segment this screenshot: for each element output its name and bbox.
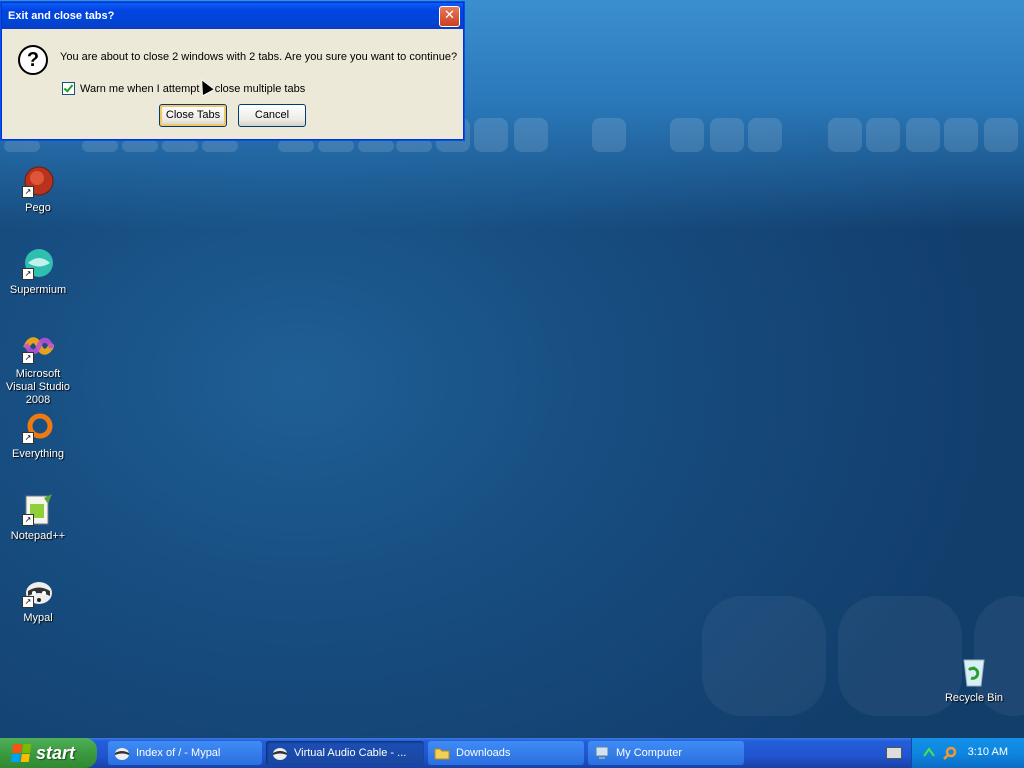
desktop-icon-label: Recycle Bin: [944, 692, 1004, 704]
desktop-icon-label: Pego: [25, 202, 51, 214]
desktop-icon-pego[interactable]: ↗ Pego: [0, 166, 76, 215]
taskbar-item-label: Downloads: [456, 747, 511, 759]
dialog-title: Exit and close tabs?: [8, 10, 115, 22]
taskbar-item-downloads[interactable]: Downloads: [428, 741, 584, 765]
taskbar-item-index-mypal[interactable]: Index of / - Mypal: [108, 741, 262, 765]
wallpaper-tile: [318, 140, 354, 152]
taskbar: start Index of / - Mypal Virtual Audio C…: [0, 738, 1024, 768]
wallpaper-tile: [358, 140, 394, 152]
wallpaper-tile: [4, 140, 40, 152]
taskbar-item-label: Index of / - Mypal: [136, 747, 221, 759]
warn-checkbox-label: Warn me when I attempt to close multiple…: [80, 82, 306, 95]
warn-checkbox[interactable]: [62, 82, 75, 95]
wallpaper-tile: [396, 140, 432, 152]
windows-logo-icon: [10, 744, 32, 762]
desktop-icon-visual-studio[interactable]: ↗ Microsoft Visual Studio 2008: [0, 332, 76, 407]
dialog-message: You are about to close 2 windows with 2 …: [60, 51, 458, 63]
close-tabs-dialog: Exit and close tabs? ✕ ? You are about t…: [1, 2, 464, 140]
desktop-icon-notepad[interactable]: ↗ Notepad++: [0, 494, 76, 543]
wallpaper-tile: [866, 118, 900, 152]
desktop-icon-mypal[interactable]: ↗ Mypal: [0, 576, 76, 625]
taskbar-item-label: Virtual Audio Cable - ...: [294, 747, 407, 759]
wallpaper-tile: [202, 140, 238, 152]
desktop-icon-label: Everything: [12, 448, 64, 460]
pego-icon: ↗: [22, 166, 54, 198]
everything-icon: ↗: [22, 412, 54, 444]
cancel-button[interactable]: Cancel: [238, 104, 306, 127]
system-tray: 3:10 AM: [911, 738, 1024, 768]
wallpaper-tile: [592, 118, 626, 152]
desktop-icon-label: Supermium: [9, 284, 67, 296]
wallpaper-tile: [710, 118, 744, 152]
supermium-icon: ↗: [22, 248, 54, 280]
wallpaper-tile: [702, 596, 826, 716]
close-icon: ✕: [444, 8, 455, 23]
mypal-icon: [114, 745, 130, 761]
desktop-icon-everything[interactable]: ↗ Everything: [0, 412, 76, 461]
start-button[interactable]: start: [0, 738, 97, 768]
taskbar-item-my-computer[interactable]: My Computer: [588, 741, 744, 765]
wallpaper-tile: [984, 118, 1018, 152]
search-icon[interactable]: [942, 745, 958, 761]
wallpaper-tile: [514, 118, 548, 152]
close-tabs-button[interactable]: Close Tabs: [159, 104, 227, 127]
wallpaper-tile: [906, 118, 940, 152]
wallpaper-tile: [82, 140, 118, 152]
desktop-icon-supermium[interactable]: ↗ Supermium: [0, 248, 76, 297]
mypal-icon: [272, 745, 288, 761]
wallpaper-tile: [474, 118, 508, 152]
notepad-plus-plus-icon: ↗: [22, 494, 54, 526]
desktop-icon-label: Mypal: [23, 612, 53, 624]
visual-studio-icon: ↗: [22, 332, 55, 364]
clock[interactable]: 3:10 AM: [968, 746, 1008, 758]
wallpaper-tile: [670, 118, 704, 152]
desktop-icon-label: Notepad++: [10, 530, 66, 542]
recycle-bin-icon: [958, 656, 990, 688]
wallpaper-tile: [828, 118, 862, 152]
wallpaper-tile: [278, 140, 314, 152]
start-label: start: [36, 742, 76, 763]
taskbar-item-virtual-audio-cable[interactable]: Virtual Audio Cable - ...: [266, 741, 424, 765]
dialog-titlebar[interactable]: Exit and close tabs?: [2, 3, 463, 29]
question-icon: ?: [18, 45, 48, 75]
mypal-icon: ↗: [22, 576, 54, 608]
warn-checkbox-row[interactable]: Warn me when I attempt to close multiple…: [62, 82, 305, 95]
folder-icon: [434, 745, 450, 761]
wallpaper-tile: [748, 118, 782, 152]
wallpaper-tile: [122, 140, 158, 152]
dialog-close-button[interactable]: ✕: [439, 6, 460, 27]
wallpaper-tile: [162, 140, 198, 152]
desktop-icon-recycle-bin[interactable]: Recycle Bin: [936, 656, 1012, 705]
network-icon[interactable]: [922, 746, 936, 760]
desktop-icon-label: Microsoft Visual Studio 2008: [5, 368, 70, 406]
taskbar-item-label: My Computer: [616, 747, 683, 759]
keyboard-icon[interactable]: [886, 747, 902, 759]
wallpaper-tile: [944, 118, 978, 152]
computer-icon: [594, 745, 610, 761]
